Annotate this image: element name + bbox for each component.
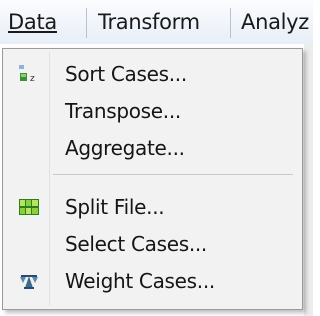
menu-transform-label: Transform <box>98 10 200 34</box>
menu-separator <box>53 174 293 175</box>
split-file-icon <box>18 197 40 217</box>
menu-item-sort-cases[interactable]: z Sort Cases... <box>6 57 299 91</box>
menu-bar: Data Transform Analyz <box>0 0 313 44</box>
menu-analyze[interactable]: Analyz <box>241 0 309 44</box>
window-edge <box>304 44 313 316</box>
menu-item-label: Sort Cases... <box>65 62 187 86</box>
menu-item-split-file[interactable]: Split File... <box>6 190 299 224</box>
svg-text:z: z <box>30 74 35 84</box>
menu-item-label: Weight Cases... <box>65 269 215 293</box>
menu-item-label: Transpose... <box>65 99 181 123</box>
weight-cases-icon <box>18 271 40 291</box>
menu-separator <box>86 8 87 38</box>
menu-item-label: Select Cases... <box>65 232 207 256</box>
menu-item-label: Split File... <box>65 195 165 219</box>
menu-item-weight-cases[interactable]: Weight Cases... <box>6 264 299 298</box>
menu-transform[interactable]: Transform <box>98 0 200 44</box>
menu-item-label: Aggregate... <box>65 136 185 160</box>
menu-data[interactable]: Data <box>8 0 57 44</box>
menu-data-label: Data <box>8 10 57 34</box>
data-menu-dropdown: z Sort Cases... Transpose... Aggregate..… <box>2 48 303 310</box>
sort-cases-icon: z <box>18 64 40 84</box>
menu-item-aggregate[interactable]: Aggregate... <box>6 131 299 165</box>
menu-item-transpose[interactable]: Transpose... <box>6 94 299 128</box>
menu-separator <box>230 8 231 38</box>
menu-item-select-cases[interactable]: Select Cases... <box>6 227 299 261</box>
menu-analyze-label: Analyz <box>241 10 310 34</box>
